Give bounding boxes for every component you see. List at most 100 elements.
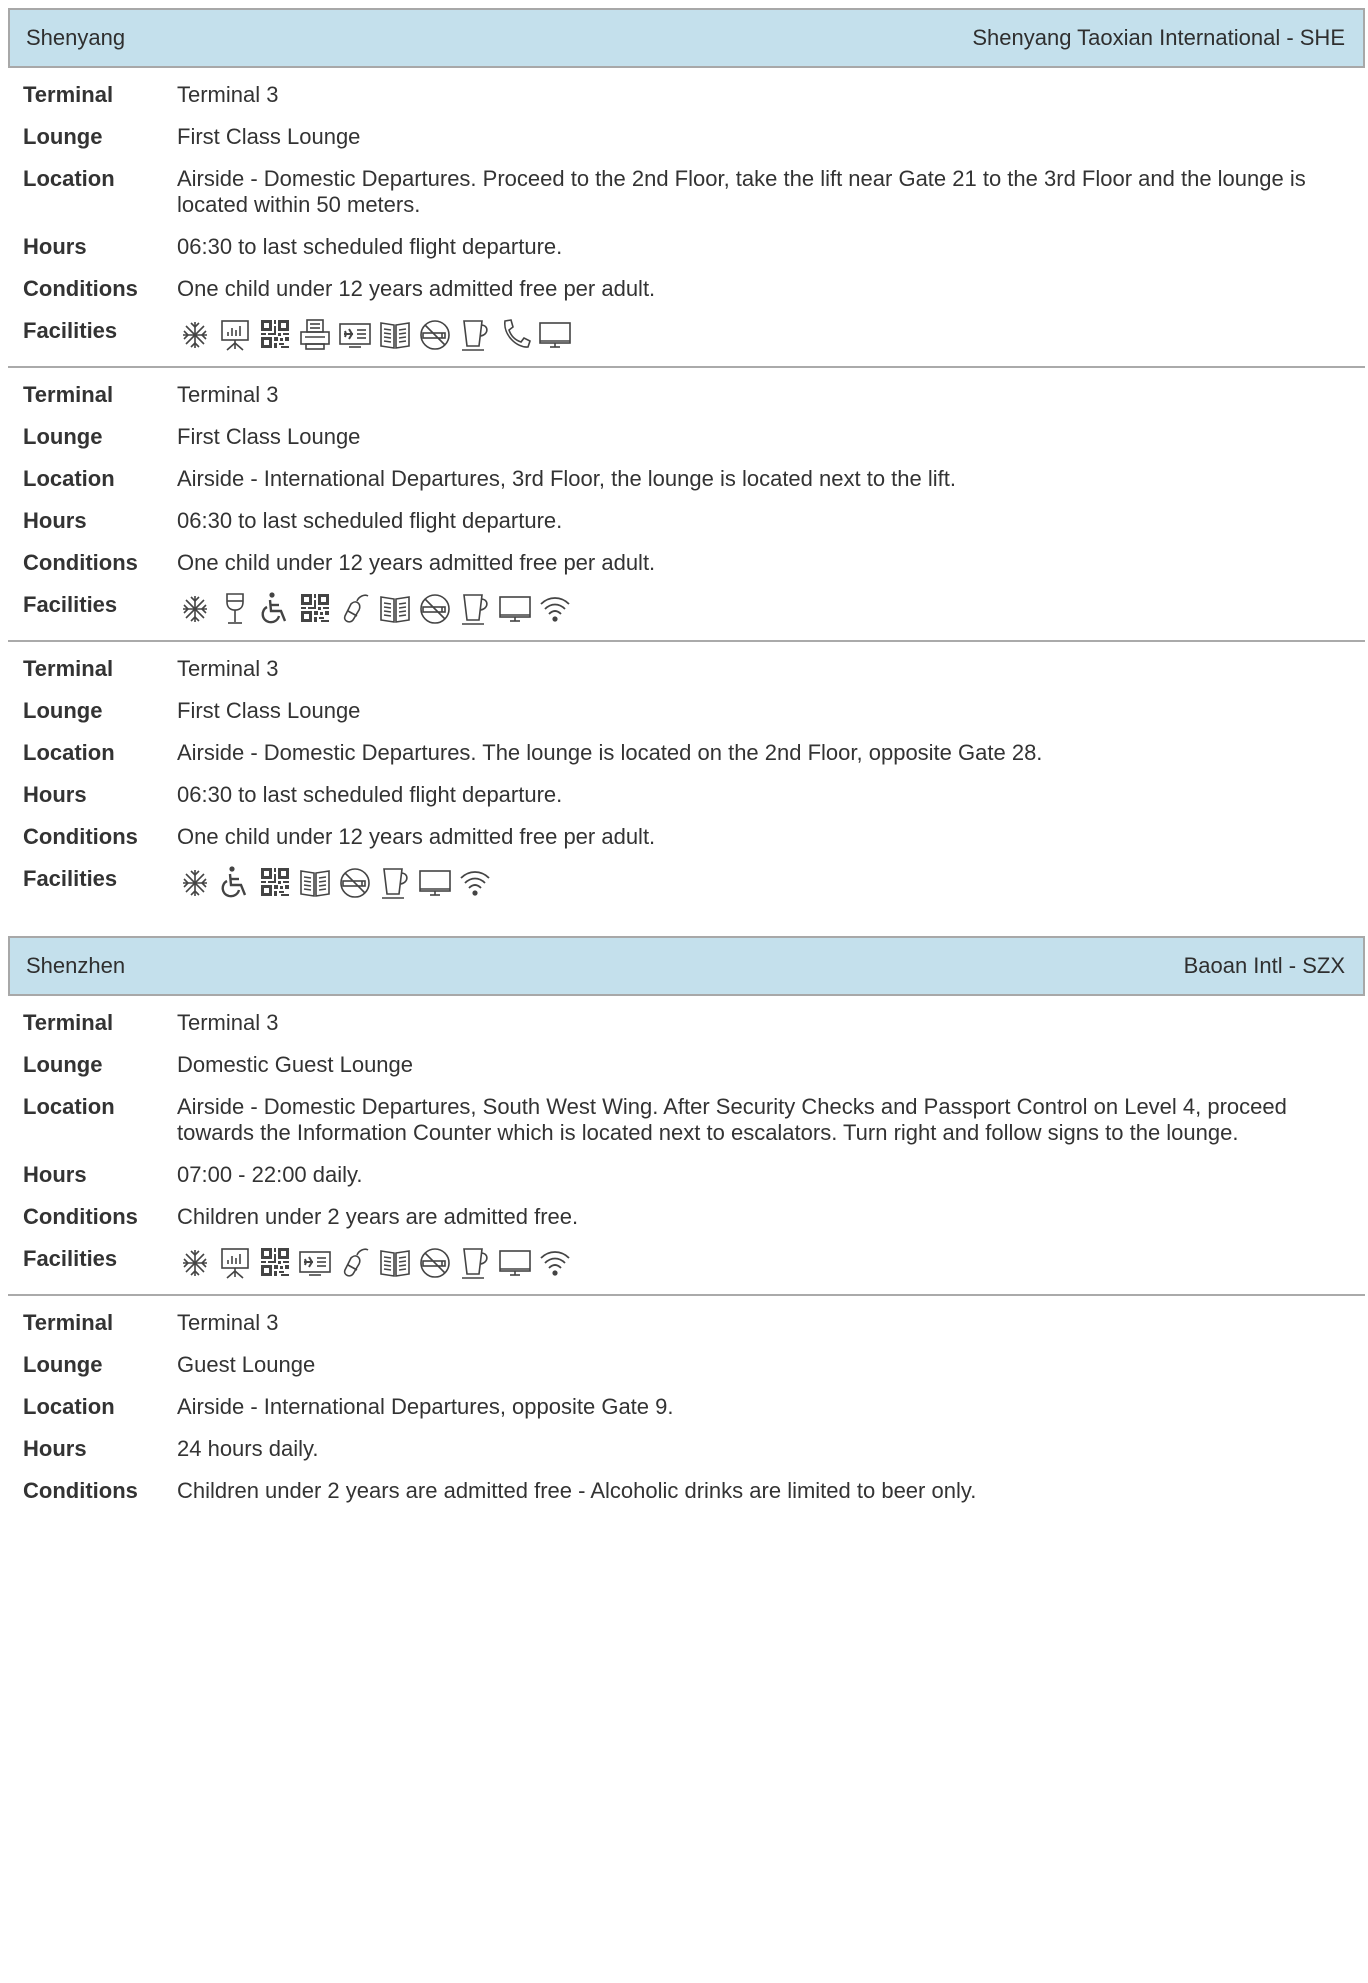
facilities-row: Facilities — [8, 850, 1365, 914]
city-name: Shenzhen — [26, 953, 126, 978]
terminal-value: Terminal 3 — [177, 382, 279, 407]
tv-icon — [497, 1244, 533, 1282]
terminal-row: Terminal Terminal 3 — [8, 368, 1365, 408]
no-smoking-icon — [417, 316, 453, 354]
conditions-value: Children under 2 years are admitted free… — [177, 1204, 579, 1229]
air-conditioning-icon — [177, 864, 213, 902]
air-conditioning-icon — [177, 1244, 213, 1282]
newspapers-icon — [297, 864, 333, 902]
location-row: Location Airside - International Departur… — [8, 1378, 1365, 1420]
location-label: Location — [23, 740, 115, 765]
lounge-value: First Class Lounge — [177, 124, 361, 149]
hours-row: Hours 06:30 to last scheduled flight depa… — [8, 218, 1365, 260]
terminal-label: Terminal — [23, 1010, 114, 1035]
internet-mouse-icon — [337, 1244, 373, 1282]
terminal-row: Terminal Terminal 3 — [8, 996, 1365, 1036]
location-row: Location Airside - Domestic Departures. T… — [8, 724, 1365, 766]
refreshments-icon — [457, 316, 493, 354]
no-smoking-icon — [417, 590, 453, 628]
newspapers-icon — [377, 1244, 413, 1282]
wheelchair-icon — [217, 864, 253, 902]
lounge-row: Lounge Guest Lounge — [8, 1336, 1365, 1378]
location-value: Airside - Domestic Departures. Proceed t… — [177, 166, 1306, 217]
conditions-value: One child under 12 years admitted free p… — [177, 276, 656, 301]
location-value: Airside - International Departures, 3rd … — [177, 466, 956, 491]
lounge-directory: Shenyang Shenyang Taoxian International -… — [8, 8, 1365, 1504]
lounge-label: Lounge — [23, 698, 103, 723]
alcohol-icon — [217, 590, 253, 628]
no-smoking-icon — [417, 1244, 453, 1282]
no-smoking-icon — [337, 864, 373, 902]
location-label: Location — [23, 166, 115, 191]
lounge-label: Lounge — [23, 124, 103, 149]
location-label: Location — [23, 1394, 115, 1419]
newspapers-icon — [377, 316, 413, 354]
hours-value: 07:00 - 22:00 daily. — [177, 1162, 363, 1187]
terminal-value: Terminal 3 — [177, 82, 279, 107]
conditions-label: Conditions — [23, 1204, 138, 1229]
city-header: Shenyang Shenyang Taoxian International -… — [8, 8, 1365, 68]
conditions-value: Children under 2 years are admitted free… — [177, 1478, 977, 1503]
location-row: Location Airside - Domestic Departures, S… — [8, 1078, 1365, 1146]
facilities-row: Facilities — [8, 1230, 1365, 1294]
hours-label: Hours — [23, 1436, 87, 1461]
facilities-icons — [177, 864, 493, 902]
flight-info-qr-icon — [257, 1244, 293, 1282]
conditions-label: Conditions — [23, 276, 138, 301]
facilities-icons — [177, 316, 573, 354]
lounge-value: First Class Lounge — [177, 424, 361, 449]
hours-label: Hours — [23, 508, 87, 533]
conditions-row: Conditions One child under 12 years admit… — [8, 260, 1365, 302]
wifi-icon — [537, 1244, 573, 1282]
facilities-icons — [177, 1244, 573, 1282]
hours-label: Hours — [23, 782, 87, 807]
facilities-icons — [177, 590, 573, 628]
facilities-row: Facilities — [8, 576, 1365, 640]
location-value: Airside - Domestic Departures, South Wes… — [177, 1094, 1287, 1145]
hours-row: Hours 24 hours daily. — [8, 1420, 1365, 1462]
city-name: Shenyang — [26, 25, 126, 50]
lounge-entry: Terminal Terminal 3 Lounge First Class Loun… — [8, 366, 1365, 640]
terminal-label: Terminal — [23, 1310, 114, 1335]
lounge-row: Lounge First Class Lounge — [8, 682, 1365, 724]
conference-icon — [217, 316, 253, 354]
conference-icon — [217, 1244, 253, 1282]
conditions-row: Conditions Children under 2 years are adm… — [8, 1462, 1365, 1504]
terminal-row: Terminal Terminal 3 — [8, 68, 1365, 108]
location-label: Location — [23, 466, 115, 491]
flight-info-qr-icon — [257, 864, 293, 902]
wifi-icon — [537, 590, 573, 628]
facilities-label: Facilities — [23, 866, 118, 891]
fax-icon — [297, 316, 333, 354]
refreshments-icon — [377, 864, 413, 902]
terminal-value: Terminal 3 — [177, 1310, 279, 1335]
location-row: Location Airside - International Departur… — [8, 450, 1365, 492]
terminal-value: Terminal 3 — [177, 1010, 279, 1035]
airport-name: Baoan Intl - SZX — [1183, 953, 1345, 978]
location-label: Location — [23, 1094, 115, 1119]
conditions-label: Conditions — [23, 1478, 138, 1503]
lounge-row: Lounge Domestic Guest Lounge — [8, 1036, 1365, 1078]
tv-icon — [417, 864, 453, 902]
city-header: Shenzhen Baoan Intl - SZX — [8, 936, 1365, 996]
facilities-row: Facilities — [8, 302, 1365, 366]
flight-monitor-icon — [297, 1244, 333, 1282]
hours-value: 06:30 to last scheduled flight departure… — [177, 234, 563, 259]
lounge-entry: Terminal Terminal 3 Lounge Domestic Guest L… — [8, 996, 1365, 1294]
terminal-row: Terminal Terminal 3 — [8, 642, 1365, 682]
lounge-entry: Terminal Terminal 3 Lounge First Class Loun… — [8, 68, 1365, 366]
terminal-label: Terminal — [23, 382, 114, 407]
conditions-value: One child under 12 years admitted free p… — [177, 550, 656, 575]
hours-value: 06:30 to last scheduled flight departure… — [177, 782, 563, 807]
facilities-label: Facilities — [23, 318, 118, 343]
conditions-label: Conditions — [23, 824, 138, 849]
flight-monitor-icon — [337, 316, 373, 354]
hours-value: 24 hours daily. — [177, 1436, 319, 1461]
air-conditioning-icon — [177, 590, 213, 628]
refreshments-icon — [457, 590, 493, 628]
terminal-label: Terminal — [23, 656, 114, 681]
lounge-value: Domestic Guest Lounge — [177, 1052, 414, 1077]
terminal-value: Terminal 3 — [177, 656, 279, 681]
air-conditioning-icon — [177, 316, 213, 354]
